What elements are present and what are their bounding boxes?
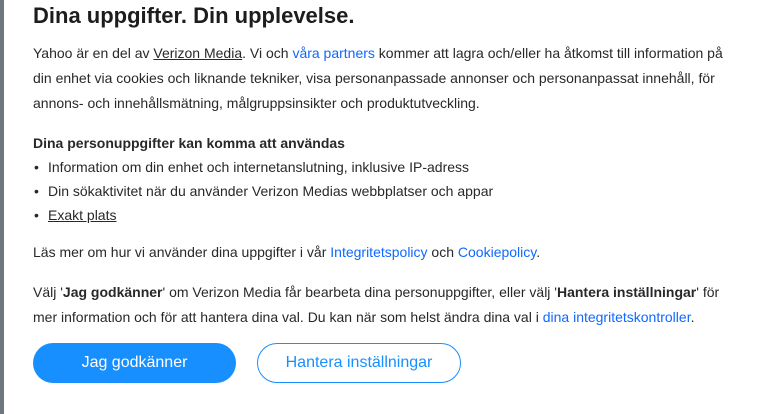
cookie-policy-link[interactable]: Cookiepolicy	[458, 244, 536, 260]
data-use-heading: Dina personuppgifter kan komma att använ…	[33, 135, 345, 151]
read-more-paragraph: Läs mer om hur vi använder dina uppgifte…	[33, 240, 738, 265]
choice-text: ' om Verizon Media får bearbeta dina per…	[162, 284, 557, 300]
list-item: Exakt plats	[33, 203, 733, 227]
read-more-text: Läs mer om hur vi använder dina uppgifte…	[33, 244, 331, 260]
manage-settings-button[interactable]: Hantera inställningar	[257, 343, 461, 383]
privacy-controls-link[interactable]: dina integritetskontroller	[543, 309, 691, 325]
verizon-media-link[interactable]: Verizon Media	[153, 45, 242, 61]
accept-button[interactable]: Jag godkänner	[33, 343, 236, 383]
choice-text: .	[690, 309, 695, 325]
choice-text: Välj '	[33, 284, 63, 300]
list-item: Information om din enhet och internetans…	[33, 155, 733, 179]
intro-text: Yahoo är en del av	[33, 45, 154, 61]
data-use-list: Information om din enhet och internetans…	[33, 155, 733, 227]
privacy-policy-link[interactable]: Integritetspolicy	[330, 244, 427, 260]
manage-reference: Hantera inställningar	[556, 284, 697, 300]
read-more-text: .	[536, 244, 541, 260]
list-item-text: Din sökaktivitet när du använder Verizon…	[48, 183, 494, 199]
intro-text: . Vi och	[242, 45, 293, 61]
accept-reference: Jag godkänner	[62, 284, 163, 300]
choice-paragraph: Välj 'Jag godkänner' om Verizon Media få…	[33, 280, 738, 330]
list-item-text: Information om din enhet och internetans…	[48, 159, 470, 175]
read-more-text: och	[427, 244, 458, 260]
left-border	[0, 0, 4, 414]
intro-paragraph: Yahoo är en del av Verizon Media. Vi och…	[33, 41, 738, 116]
partners-link[interactable]: våra partners	[292, 45, 374, 61]
list-item: Din sökaktivitet när du använder Verizon…	[33, 179, 733, 203]
exact-location-link[interactable]: Exakt plats	[48, 207, 116, 223]
page-title: Dina uppgifter. Din upplevelse.	[33, 3, 355, 28]
